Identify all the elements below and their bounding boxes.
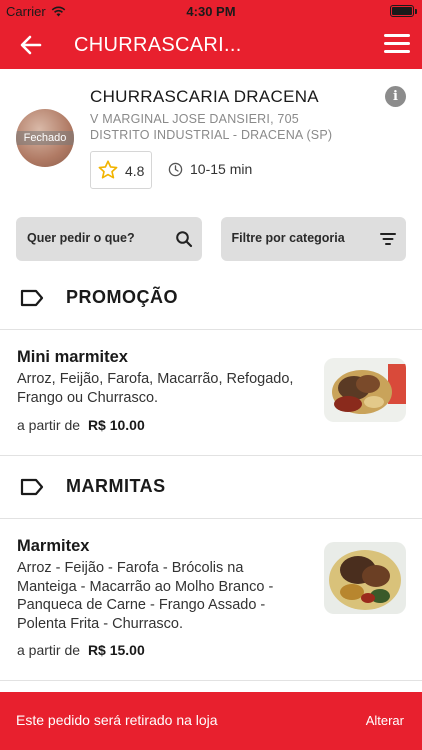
delivery-time-value: 10-15 min	[190, 161, 253, 177]
filter-icon	[380, 233, 396, 245]
section-title: PROMOÇÃO	[66, 287, 178, 307]
battery-icon	[390, 5, 417, 17]
price-prefix: a partir de	[17, 642, 81, 658]
divider	[0, 518, 422, 519]
category-filter-button[interactable]: Filtre por categoria	[220, 217, 406, 261]
section-header-promocao: PROMOÇÃO	[0, 268, 422, 328]
store-header: Fechado CHURRASCARIA DRACENA V MARGINAL …	[0, 69, 422, 209]
delivery-time: 10-15 min	[168, 161, 252, 177]
info-icon[interactable]: i	[385, 86, 406, 107]
search-button[interactable]: Quer pedir o que?	[16, 217, 202, 261]
clock-icon	[168, 162, 183, 176]
item-price: R$ 15.00	[87, 642, 145, 658]
store-status-badge: Fechado	[16, 131, 74, 145]
status-bar: Carrier 4:30 PM	[0, 0, 422, 22]
divider	[0, 455, 422, 456]
item-price-row: a partir de R$ 10.00	[17, 417, 145, 433]
store-avatar: Fechado	[16, 109, 74, 167]
item-price: R$ 10.00	[87, 417, 145, 433]
clock: 4:30 PM	[186, 4, 236, 19]
section-header-marmitas: MARMITAS	[0, 457, 422, 517]
back-arrow-icon[interactable]	[18, 32, 44, 58]
navigation-bar: CHURRASCARI...	[0, 22, 422, 69]
star-icon	[98, 160, 118, 179]
item-image	[324, 542, 406, 614]
rating-box: 4.8	[90, 151, 152, 189]
item-name: Marmitex	[17, 537, 90, 555]
change-order-mode-link[interactable]: Alterar	[366, 713, 404, 728]
category-filter-label: Filtre por categoria	[231, 231, 345, 245]
item-price-row: a partir de R$ 15.00	[17, 642, 145, 658]
hamburger-menu-icon[interactable]	[384, 34, 410, 56]
tag-icon	[20, 289, 44, 307]
item-name: Mini marmitex	[17, 348, 128, 366]
menu-item[interactable]: Marmitex Arroz - Feijão - Farofa - Bróco…	[0, 537, 422, 667]
divider	[0, 680, 422, 681]
item-description: Arroz - Feijão - Farofa - Brócolis na Ma…	[17, 560, 274, 632]
item-description: Arroz, Feijão, Farofa, Macarrão, Refogad…	[17, 371, 294, 406]
pickup-notice-text: Este pedido será retirado na loja	[16, 712, 218, 728]
page-title: CHURRASCARI...	[74, 34, 242, 56]
item-image	[324, 358, 406, 422]
pickup-notice-bar: Este pedido será retirado na loja Altera…	[0, 692, 422, 750]
store-address: V MARGINAL JOSE DANSIERI, 705 DISTRITO I…	[90, 112, 333, 142]
filter-bar: Quer pedir o que? Filtre por categoria	[16, 217, 406, 261]
rating-value: 4.8	[125, 163, 145, 179]
search-label: Quer pedir o que?	[27, 231, 135, 245]
section-title: MARMITAS	[66, 476, 166, 496]
store-name: CHURRASCARIA DRACENA	[90, 87, 319, 106]
menu-item[interactable]: Mini marmitex Arroz, Feijão, Farofa, Mac…	[0, 348, 422, 448]
tag-icon	[20, 478, 44, 496]
price-prefix: a partir de	[17, 417, 81, 433]
search-icon	[175, 231, 192, 248]
divider	[0, 329, 422, 330]
